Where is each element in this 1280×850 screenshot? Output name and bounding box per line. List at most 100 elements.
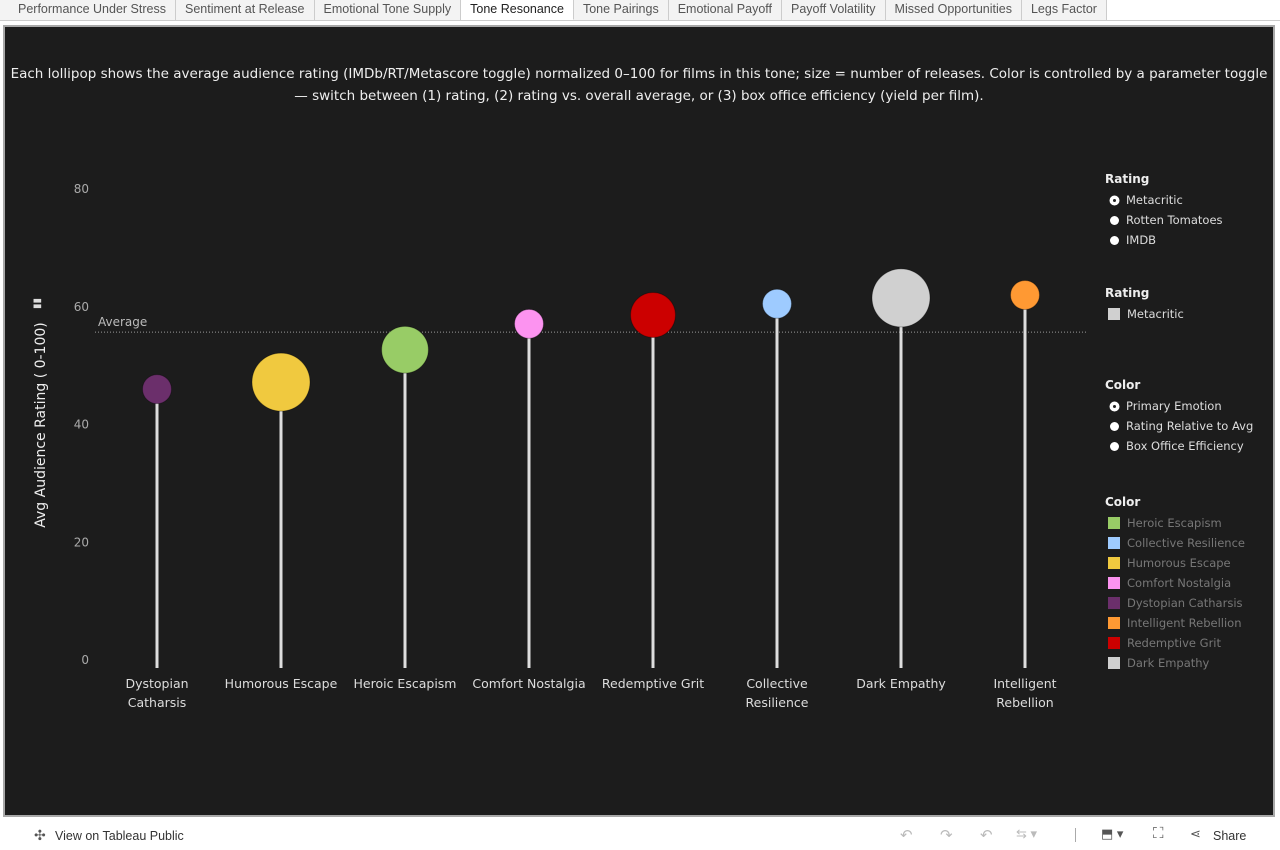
rating-option[interactable]: IMDB [1105, 230, 1223, 250]
legend-title: Rating [1105, 286, 1150, 300]
color-swatch [1108, 557, 1120, 569]
radio-button-icon[interactable] [1110, 235, 1119, 245]
share-icon[interactable]: ⋖ [1190, 826, 1201, 842]
sort-icon: ▮▮ [32, 298, 43, 309]
color-legend-item[interactable]: Redemptive Grit [1105, 633, 1245, 653]
y-tick-label: 40 [74, 418, 89, 432]
y-tick-label: 60 [74, 300, 89, 314]
x-tick-label: Dystopian [125, 676, 188, 691]
color-swatch [1108, 517, 1120, 529]
x-tick-label: Dark Empathy [856, 676, 946, 691]
color-swatch [1108, 597, 1120, 609]
legend-title: Rating [1105, 172, 1150, 186]
color-swatch [1108, 637, 1120, 649]
color-legend-item[interactable]: Comfort Nostalgia [1105, 573, 1245, 593]
x-tick-label: Resilience [746, 695, 809, 710]
download-icon[interactable]: ⬒ ▾ [1101, 826, 1123, 842]
lollipop-head [1010, 279, 1040, 310]
lollipop-head [630, 292, 676, 338]
dashboard-panel: Each lollipop shows the average audience… [3, 25, 1275, 817]
legend-label: IMDB [1126, 233, 1157, 247]
tab-missed-opportunities[interactable]: Missed Opportunities [885, 0, 1022, 20]
color-legend-item[interactable]: Intelligent Rebellion [1105, 613, 1245, 633]
color-swatch [1108, 657, 1120, 669]
legend-title: Color [1105, 378, 1141, 392]
x-tick-label: Humorous Escape [225, 676, 338, 691]
lollipop-head [762, 288, 792, 319]
legend-label: Box Office Efficiency [1126, 439, 1244, 453]
color-parameter: Color Primary Emotion Rating Relative to A… [1105, 378, 1253, 456]
tab-emotional-tone-supply[interactable]: Emotional Tone Supply [314, 0, 462, 20]
rating-parameter: Rating Metacritic Rotten Tomatoes IMDB [1105, 172, 1223, 250]
radio-button-icon[interactable] [1110, 195, 1119, 205]
y-tick-label: 20 [74, 535, 89, 549]
color-swatch [1108, 577, 1120, 589]
y-tick-label: 0 [81, 653, 89, 667]
tab-emotional-payoff[interactable]: Emotional Payoff [668, 0, 782, 20]
tab-legs-factor[interactable]: Legs Factor [1021, 0, 1107, 20]
color-swatch [1108, 537, 1120, 549]
legend-label: Rotten Tomatoes [1126, 213, 1223, 227]
rating-option[interactable]: Rotten Tomatoes [1105, 210, 1223, 230]
x-tick-label: Catharsis [128, 695, 187, 710]
x-tick-label: Rebellion [996, 695, 1053, 710]
legend-label: Collective Resilience [1127, 536, 1245, 550]
tab-sentiment-at-release[interactable]: Sentiment at Release [175, 0, 315, 20]
tab-tone-pairings[interactable]: Tone Pairings [573, 0, 669, 20]
legend-label: Primary Emotion [1126, 399, 1222, 413]
legend-title: Color [1105, 495, 1141, 509]
color-legend-item[interactable]: Dark Empathy [1105, 653, 1245, 673]
x-tick-label: Intelligent [993, 676, 1056, 691]
legend-label: Redemptive Grit [1127, 636, 1222, 650]
legend-label: Humorous Escape [1127, 556, 1231, 570]
x-tick-label: Heroic Escapism [354, 676, 457, 691]
lollipop-head [871, 268, 931, 328]
view-on-tableau-link[interactable]: View on Tableau Public [55, 829, 184, 843]
rating-legend-item[interactable]: Metacritic [1105, 304, 1184, 324]
rating-option[interactable]: Metacritic [1105, 190, 1223, 210]
refresh-icon[interactable]: ⇆ ▾ [1016, 826, 1037, 842]
x-tick-label: Comfort Nostalgia [472, 676, 585, 691]
color-option[interactable]: Box Office Efficiency [1105, 436, 1253, 456]
revert-icon[interactable]: ↶ [980, 826, 993, 844]
undo-icon[interactable]: ↶ [900, 826, 913, 844]
y-axis-title: Avg Audience Rating ( 0-100) [33, 322, 49, 528]
y-tick-label: 80 [74, 182, 89, 196]
color-legend-item[interactable]: Humorous Escape [1105, 553, 1245, 573]
legend-label: Metacritic [1127, 307, 1184, 321]
legend-label: Metacritic [1126, 193, 1183, 207]
legend-label: Heroic Escapism [1127, 516, 1222, 530]
redo-icon[interactable]: ↷ [940, 826, 953, 844]
x-tick-label: Redemptive Grit [602, 676, 704, 691]
tableau-logo-icon: ✣ [34, 827, 46, 843]
average-label: Average [98, 315, 147, 329]
share-button[interactable]: Share [1213, 829, 1246, 843]
radio-button-icon[interactable] [1110, 441, 1119, 451]
divider [1075, 828, 1076, 842]
tab-performance-under-stress[interactable]: Performance Under Stress [0, 0, 176, 20]
color-legend-item[interactable]: Dystopian Catharsis [1105, 593, 1245, 613]
rating-legend: Rating Metacritic [1105, 286, 1184, 324]
lollipop-chart: 0 20 40 60 80 Avg Audience Rating ( 0-100) ▮▮ A… [32, 182, 1087, 710]
x-tick-label: Collective [746, 676, 808, 691]
lollipop-head [251, 352, 311, 412]
color-option[interactable]: Rating Relative to Avg [1105, 416, 1253, 436]
legend-label: Dark Empathy [1127, 656, 1210, 670]
radio-button-icon[interactable] [1110, 215, 1119, 225]
legend-label: Comfort Nostalgia [1127, 576, 1232, 590]
color-legend-item[interactable]: Collective Resilience [1105, 533, 1245, 553]
radio-button-icon[interactable] [1110, 401, 1119, 411]
color-legend: Color Heroic Escapism Collective Resilienc… [1105, 495, 1245, 673]
tab-tone-resonance[interactable]: Tone Resonance [461, 0, 574, 20]
fullscreen-icon[interactable]: ⛶ [1153, 825, 1164, 842]
color-option[interactable]: Primary Emotion [1105, 396, 1253, 416]
tab-payoff-volatility[interactable]: Payoff Volatility [782, 0, 886, 20]
radio-button-icon[interactable] [1110, 421, 1119, 431]
lollipop-head [142, 374, 172, 405]
color-swatch [1108, 617, 1120, 629]
legend-label: Intelligent Rebellion [1127, 616, 1242, 630]
color-legend-item[interactable]: Heroic Escapism [1105, 513, 1245, 533]
lollipop-head [381, 325, 429, 374]
sheet-tabs: Performance Under Stress Sentiment at Rel… [0, 0, 1280, 21]
footer-toolbar: ✣ View on Tableau Public ↶ ↷ ↶ ⇆ ▾ ⬒ ▾ ⛶… [0, 822, 1280, 850]
